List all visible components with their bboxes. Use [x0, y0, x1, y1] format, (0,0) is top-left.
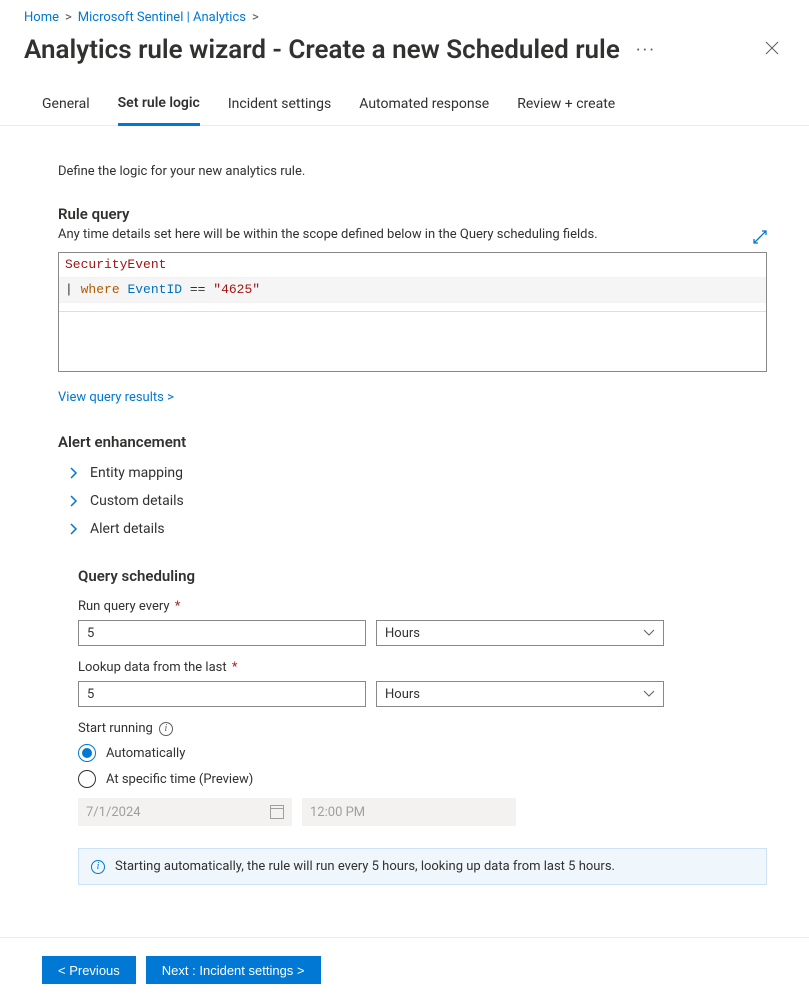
info-icon: i — [91, 860, 105, 874]
expander-label: Custom details — [90, 493, 184, 509]
schedule-info-banner: i Starting automatically, the rule will … — [78, 848, 767, 885]
expander-label: Alert details — [90, 521, 165, 537]
next-button[interactable]: Next : Incident settings > — [146, 956, 321, 984]
expander-label: Entity mapping — [90, 465, 183, 481]
expander-entity-mapping[interactable]: Entity mapping — [58, 459, 767, 487]
query-token-where: where — [81, 282, 120, 297]
chevron-down-icon — [643, 626, 655, 641]
start-date-input-disabled: 7/1/2024 — [78, 798, 292, 826]
info-icon[interactable]: i — [159, 722, 173, 736]
breadcrumb-home[interactable]: Home — [24, 10, 59, 25]
expander-custom-details[interactable]: Custom details — [58, 487, 767, 515]
lookup-label: Lookup data from the last * — [78, 660, 767, 675]
rule-query-editor[interactable]: SecurityEvent | where EventID == "4625" — [58, 252, 767, 372]
lookup-unit-select[interactable]: Hours — [376, 681, 664, 707]
page-title: Analytics rule wizard - Create a new Sch… — [24, 35, 620, 65]
run-every-label: Run query every * — [78, 599, 767, 614]
tab-general[interactable]: General — [42, 86, 90, 126]
tab-review-create[interactable]: Review + create — [517, 86, 615, 126]
page-header: Analytics rule wizard - Create a new Sch… — [0, 29, 809, 85]
radio-automatically[interactable]: Automatically — [78, 744, 767, 762]
previous-button[interactable]: < Previous — [42, 956, 136, 984]
chevron-right-icon — [68, 523, 80, 535]
radio-label: Automatically — [106, 746, 185, 761]
breadcrumb-separator: > — [65, 10, 72, 25]
start-running-label: Start running i — [78, 721, 767, 736]
calendar-icon — [270, 805, 284, 819]
lookup-value-input[interactable]: 5 — [78, 681, 366, 707]
more-icon[interactable]: ··· — [636, 35, 656, 67]
tab-incident-settings[interactable]: Incident settings — [228, 86, 331, 126]
radio-indicator — [78, 744, 96, 762]
close-icon[interactable] — [759, 35, 785, 64]
wizard-tabs: General Set rule logic Incident settings… — [0, 85, 809, 126]
radio-specific-time[interactable]: At specific time (Preview) — [78, 770, 767, 788]
rule-query-title: Rule query — [58, 205, 767, 223]
intro-text: Define the logic for your new analytics … — [58, 164, 767, 179]
start-time-input-disabled: 12:00 PM — [302, 798, 516, 826]
radio-label: At specific time (Preview) — [106, 772, 253, 787]
chevron-down-icon — [643, 687, 655, 702]
info-banner-text: Starting automatically, the rule will ru… — [115, 859, 615, 874]
view-query-results-link[interactable]: View query results > — [58, 390, 174, 405]
content-scroll-area[interactable]: Define the logic for your new analytics … — [0, 140, 809, 932]
breadcrumb: Home > Microsoft Sentinel | Analytics > — [0, 0, 809, 29]
breadcrumb-separator: > — [252, 10, 259, 25]
radio-indicator — [78, 770, 96, 788]
rule-query-subtitle: Any time details set here will be within… — [58, 227, 767, 242]
expand-editor-icon[interactable] — [753, 230, 767, 248]
breadcrumb-sentinel-analytics[interactable]: Microsoft Sentinel | Analytics — [78, 10, 246, 25]
tab-automated-response[interactable]: Automated response — [359, 86, 489, 126]
run-every-value-input[interactable]: 5 — [78, 620, 366, 646]
tab-set-rule-logic[interactable]: Set rule logic — [118, 85, 200, 126]
alert-enhancement-title: Alert enhancement — [58, 433, 767, 451]
query-scheduling-title: Query scheduling — [78, 567, 767, 585]
query-token-value: "4625" — [213, 282, 260, 297]
expander-alert-details[interactable]: Alert details — [58, 515, 767, 543]
wizard-footer: < Previous Next : Incident settings > — [0, 937, 809, 1008]
chevron-right-icon — [68, 467, 80, 479]
query-token-entity: SecurityEvent — [65, 257, 166, 272]
query-token-column: EventID — [127, 282, 182, 297]
chevron-right-icon — [68, 495, 80, 507]
run-every-unit-select[interactable]: Hours — [376, 620, 664, 646]
